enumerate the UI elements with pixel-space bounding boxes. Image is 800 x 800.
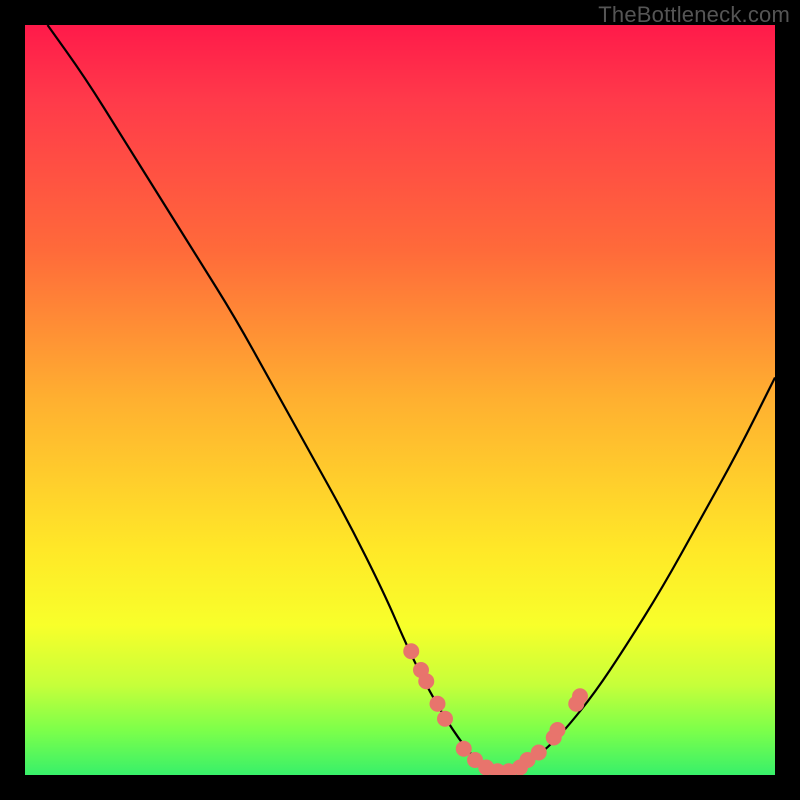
data-point — [419, 674, 434, 689]
data-point — [550, 723, 565, 738]
highlighted-points — [404, 644, 588, 775]
chart-svg — [25, 25, 775, 775]
bottleneck-curve-left — [48, 25, 498, 775]
data-point — [430, 696, 445, 711]
watermark-text: TheBottleneck.com — [598, 2, 790, 28]
data-point — [438, 711, 453, 726]
data-point — [531, 745, 546, 760]
data-point — [404, 644, 419, 659]
data-point — [456, 741, 471, 756]
chart-frame: TheBottleneck.com — [0, 0, 800, 800]
plot-area — [25, 25, 775, 775]
bottleneck-curve-right — [498, 378, 776, 776]
data-point — [573, 689, 588, 704]
